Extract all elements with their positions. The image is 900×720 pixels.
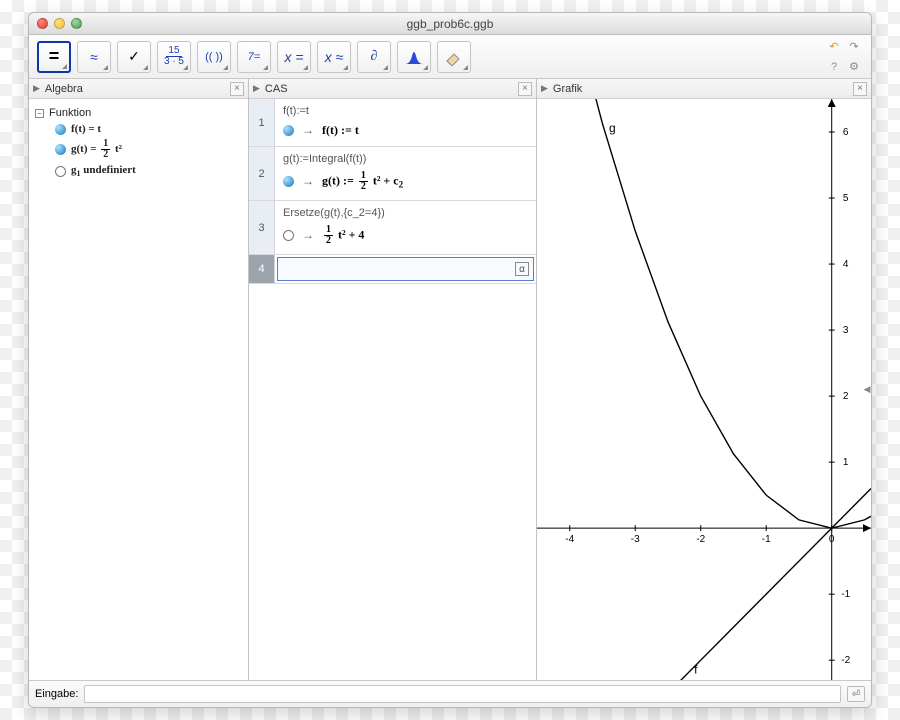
app-window: ggb_prob6c.ggb = ≈ ✓ 15 3 · 5 (( )) 7= x… bbox=[28, 12, 872, 708]
tree-item[interactable]: f(t) = t bbox=[33, 121, 244, 137]
undo-icon[interactable]: ↶ bbox=[825, 38, 843, 56]
tree-item-label: g1 undefiniert bbox=[71, 164, 136, 178]
derivative-tool[interactable]: ∂ bbox=[357, 41, 391, 73]
cas-cell[interactable]: f(t):=t → f(t) := t bbox=[275, 99, 536, 146]
svg-text:0: 0 bbox=[829, 534, 835, 545]
visibility-icon[interactable] bbox=[55, 144, 66, 155]
tree-item-label: f(t) = t bbox=[71, 123, 101, 135]
chevron-right-icon: ▶ bbox=[541, 83, 548, 94]
svg-text:2: 2 bbox=[843, 391, 849, 402]
svg-text:-1: -1 bbox=[762, 534, 771, 545]
cas-row-number[interactable]: 3 bbox=[249, 201, 275, 254]
visibility-icon[interactable] bbox=[283, 125, 294, 136]
eraser-icon bbox=[444, 48, 464, 66]
input-bar: Eingabe: ⏎ bbox=[29, 681, 871, 707]
distribution-tool[interactable] bbox=[397, 41, 431, 73]
svg-text:4: 4 bbox=[843, 259, 849, 270]
panel-close-button[interactable]: × bbox=[230, 82, 244, 96]
cas-input-field[interactable]: α bbox=[277, 257, 534, 281]
visibility-icon[interactable] bbox=[283, 176, 294, 187]
svg-text:-2: -2 bbox=[841, 655, 850, 666]
visibility-icon[interactable] bbox=[55, 166, 66, 177]
toolbar: = ≈ ✓ 15 3 · 5 (( )) 7= x = x ≈ ∂ ↶ ↷ ? … bbox=[29, 35, 871, 79]
window-title: ggb_prob6c.ggb bbox=[29, 17, 871, 31]
approx-tool[interactable]: ≈ bbox=[77, 41, 111, 73]
collapse-icon[interactable]: − bbox=[35, 109, 44, 118]
cas-output: → g(t) := 12 t² + c2 bbox=[283, 171, 528, 192]
redo-icon[interactable]: ↷ bbox=[845, 38, 863, 56]
cas-row-number[interactable]: 4 bbox=[249, 255, 275, 283]
cas-row-empty[interactable]: 4 α bbox=[249, 255, 536, 284]
svg-text:1: 1 bbox=[843, 457, 849, 468]
substitute-tool[interactable]: 7= bbox=[237, 41, 271, 73]
cas-input: f(t):=t bbox=[283, 105, 528, 117]
nsolve-tool[interactable]: x ≈ bbox=[317, 41, 351, 73]
panel-title: CAS bbox=[265, 83, 288, 95]
svg-text:-2: -2 bbox=[696, 534, 705, 545]
visibility-icon[interactable] bbox=[55, 124, 66, 135]
zoom-icon[interactable] bbox=[71, 18, 82, 29]
svg-text:-4: -4 bbox=[565, 534, 574, 545]
svg-text:6: 6 bbox=[843, 127, 849, 138]
algebra-body: − Funktion f(t) = t g(t) = 12 t² g1 unde… bbox=[29, 99, 248, 186]
panel-title: Algebra bbox=[45, 83, 83, 95]
solve-tool[interactable]: x = bbox=[277, 41, 311, 73]
cas-row[interactable]: 1 f(t):=t → f(t) := t bbox=[249, 99, 536, 147]
paren-tool[interactable]: (( )) bbox=[197, 41, 231, 73]
command-input[interactable] bbox=[84, 685, 841, 703]
eraser-tool[interactable] bbox=[437, 41, 471, 73]
tree-item[interactable]: g1 undefiniert bbox=[33, 162, 244, 180]
svg-text:5: 5 bbox=[843, 193, 849, 204]
cas-row-number[interactable]: 1 bbox=[249, 99, 275, 146]
svg-text:-1: -1 bbox=[841, 589, 850, 600]
svg-text:g: g bbox=[609, 121, 616, 135]
check-tool[interactable]: ✓ bbox=[117, 41, 151, 73]
fraction-tool[interactable]: 15 3 · 5 bbox=[157, 41, 191, 73]
settings-icon[interactable]: ⚙ bbox=[845, 58, 863, 76]
cas-cell[interactable]: Ersetze(g(t),{c_2=4}) → 12 t² + 4 bbox=[275, 201, 536, 254]
svg-text:-3: -3 bbox=[631, 534, 640, 545]
minimize-icon[interactable] bbox=[54, 18, 65, 29]
cas-input: Ersetze(g(t),{c_2=4}) bbox=[283, 207, 528, 219]
svg-text:3: 3 bbox=[843, 325, 849, 336]
cas-output: → 12 t² + 4 bbox=[283, 225, 528, 246]
tree-group[interactable]: − Funktion bbox=[33, 105, 244, 121]
tree-item-label: g(t) = 12 t² bbox=[71, 139, 122, 160]
help-icon[interactable]: ? bbox=[825, 58, 843, 76]
normal-curve-icon bbox=[404, 48, 424, 66]
algebra-header[interactable]: ▶ Algebra × bbox=[29, 79, 248, 99]
input-label: Eingabe: bbox=[35, 688, 78, 700]
chevron-right-icon: ▶ bbox=[33, 83, 40, 94]
chart-canvas[interactable]: -4 -3 -2 -1 0 -2 -1 1 2 3 4 5 6 g f bbox=[537, 99, 871, 680]
grafik-header[interactable]: ▶ Grafik × bbox=[537, 79, 871, 99]
cas-row[interactable]: 2 g(t):=Integral(f(t)) → g(t) := 12 t² +… bbox=[249, 147, 536, 201]
enter-button[interactable]: ⏎ bbox=[847, 686, 865, 702]
panel-title: Grafik bbox=[553, 83, 582, 95]
cas-output: → f(t) := t bbox=[283, 123, 528, 138]
alpha-button[interactable]: α bbox=[515, 262, 529, 276]
panel-close-button[interactable]: × bbox=[518, 82, 532, 96]
cas-cell[interactable]: g(t):=Integral(f(t)) → g(t) := 12 t² + c… bbox=[275, 147, 536, 200]
panel-close-button[interactable]: × bbox=[853, 82, 867, 96]
tree-group-label: Funktion bbox=[49, 107, 91, 119]
equals-tool[interactable]: = bbox=[37, 41, 71, 73]
cas-body: 1 f(t):=t → f(t) := t 2 g(t):=Integral(f… bbox=[249, 99, 536, 680]
chevron-right-icon: ▶ bbox=[253, 83, 260, 94]
tree-item[interactable]: g(t) = 12 t² bbox=[33, 137, 244, 162]
close-icon[interactable] bbox=[37, 18, 48, 29]
cas-panel: ▶ CAS × 1 f(t):=t → f(t) := t bbox=[249, 79, 537, 680]
titlebar[interactable]: ggb_prob6c.ggb bbox=[29, 13, 871, 35]
expand-handle-icon[interactable]: ◀ bbox=[862, 379, 871, 401]
grafik-panel: ▶ Grafik × -4 -3 -2 -1 0 -2 -1 1 2 3 4 5 6 g f ◀ bbox=[537, 79, 871, 680]
cas-row-number[interactable]: 2 bbox=[249, 147, 275, 200]
cas-row[interactable]: 3 Ersetze(g(t),{c_2=4}) → 12 t² + 4 bbox=[249, 201, 536, 255]
visibility-icon[interactable] bbox=[283, 230, 294, 241]
panels: ▶ Algebra × − Funktion f(t) = t g(t) = 1… bbox=[29, 79, 871, 681]
cas-header[interactable]: ▶ CAS × bbox=[249, 79, 536, 99]
svg-text:f: f bbox=[694, 662, 698, 676]
cas-input: g(t):=Integral(f(t)) bbox=[283, 153, 528, 165]
algebra-panel: ▶ Algebra × − Funktion f(t) = t g(t) = 1… bbox=[29, 79, 249, 680]
graphics-view[interactable]: -4 -3 -2 -1 0 -2 -1 1 2 3 4 5 6 g f ◀ bbox=[537, 99, 871, 680]
